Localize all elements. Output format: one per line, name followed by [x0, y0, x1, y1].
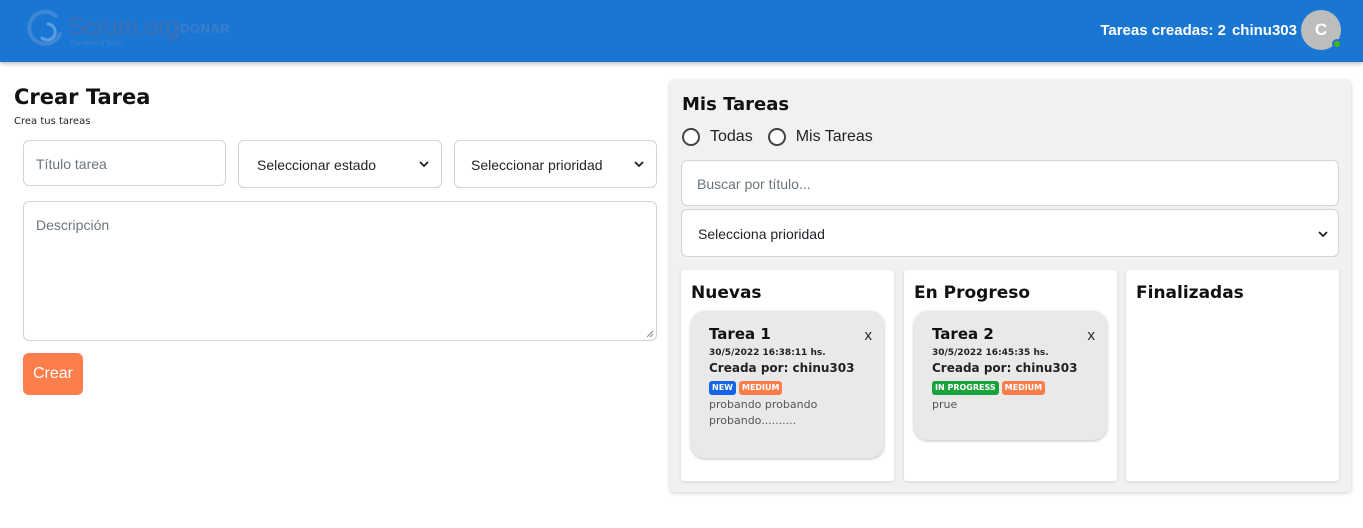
task-author: Creada por: chinu303 [932, 361, 1078, 375]
my-tasks-title: Mis Tareas [682, 94, 790, 115]
logo-tagline: The Home of Scrum [70, 41, 124, 47]
chevron-down-icon [419, 161, 429, 168]
priority-badge: MEDIUM [1001, 381, 1046, 395]
create-task-title: Crear Tarea [14, 85, 151, 109]
task-badges: NEW MEDIUM [709, 381, 866, 395]
status-select[interactable]: Seleccionar estado [238, 140, 442, 188]
description-textarea[interactable]: Descripción [23, 201, 657, 341]
column-new: Nuevas Tarea 1 x 30/5/2022 16:38:11 hs. … [681, 270, 894, 481]
delete-task-button[interactable]: x [1088, 327, 1096, 344]
avatar-initial: C [1314, 20, 1328, 39]
delete-task-button[interactable]: x [865, 327, 873, 344]
task-badges: IN PROGRESS MEDIUM [932, 381, 1089, 395]
status-badge: NEW [709, 381, 736, 395]
search-input[interactable]: Buscar por título... [681, 160, 1339, 206]
priority-filter-value: Selecciona prioridad [698, 226, 825, 242]
resize-handle-icon[interactable] [646, 330, 654, 338]
create-button[interactable]: Crear [23, 353, 83, 395]
scrum-logo[interactable]: Scrum.org The Home of Scrum [26, 8, 179, 48]
column-done: Finalizadas [1126, 270, 1339, 481]
column-title: En Progreso [914, 283, 1031, 303]
priority-badge: MEDIUM [738, 381, 783, 395]
column-title: Nuevas [691, 283, 762, 303]
task-card[interactable]: Tarea 2 x 30/5/2022 16:45:35 hs. Creada … [914, 311, 1107, 440]
radio-all-label[interactable]: Todas [710, 128, 753, 146]
description-placeholder: Descripción [36, 217, 110, 233]
task-description: probando probando probando.......... [709, 398, 818, 427]
scrum-logo-icon [26, 8, 70, 48]
task-title-input[interactable]: Título tarea [23, 140, 226, 186]
avatar[interactable]: C [1301, 10, 1342, 50]
task-card[interactable]: Tarea 1 x 30/5/2022 16:38:11 hs. Creada … [691, 311, 884, 458]
username: chinu303 [1231, 21, 1297, 39]
status-badge: IN PROGRESS [932, 381, 999, 395]
task-description: prue [932, 398, 958, 411]
chevron-down-icon [1318, 231, 1328, 238]
task-title: Tarea 2 [932, 325, 994, 343]
tasks-created-counter: Tareas creadas: 2 [1100, 21, 1226, 39]
donate-link[interactable]: DONAR [180, 21, 230, 36]
app-header: Scrum.org The Home of Scrum DONAR Tareas… [0, 0, 1363, 62]
priority-select-value: Seleccionar prioridad [471, 157, 603, 173]
my-tasks-panel: Mis Tareas Todas Mis Tareas Buscar por t… [670, 80, 1351, 492]
chevron-down-icon [634, 161, 644, 168]
column-in-progress: En Progreso Tarea 2 x 30/5/2022 16:45:35… [904, 270, 1117, 481]
online-status-dot [1332, 39, 1342, 49]
task-filter-radios: Todas Mis Tareas [682, 128, 888, 146]
priority-filter-select[interactable]: Selecciona prioridad [681, 209, 1339, 257]
radio-mine-label[interactable]: Mis Tareas [796, 128, 873, 146]
task-author: Creada por: chinu303 [709, 361, 855, 375]
task-date: 30/5/2022 16:38:11 hs. [709, 348, 826, 358]
user-area: Tareas creadas: 2 chinu303 C [1100, 9, 1342, 51]
priority-select[interactable]: Seleccionar prioridad [454, 140, 657, 188]
task-date: 30/5/2022 16:45:35 hs. [932, 348, 1049, 358]
status-select-value: Seleccionar estado [257, 157, 377, 173]
radio-mine[interactable] [767, 128, 786, 146]
column-title: Finalizadas [1136, 283, 1244, 303]
radio-all[interactable] [682, 128, 700, 146]
create-task-subtitle: Crea tus tareas [14, 116, 91, 127]
logo-wordmark: Scrum.org [68, 13, 179, 41]
task-title: Tarea 1 [709, 325, 771, 343]
